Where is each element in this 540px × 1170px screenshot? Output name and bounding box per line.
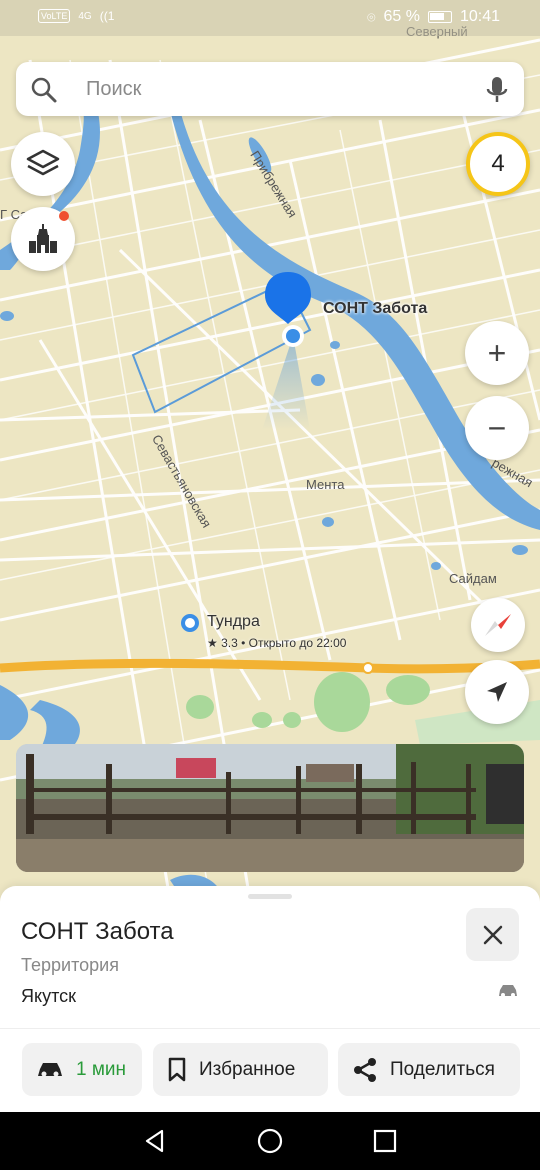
place-card: СОНТ Забота Территория Якутск 1 мин Избр… [0, 886, 540, 1112]
wifi-icon: ((1 [99, 9, 115, 23]
back-icon[interactable] [142, 1128, 168, 1154]
traffic-level-badge[interactable]: 4 [466, 132, 530, 196]
favorite-button[interactable]: Избранное [153, 1043, 328, 1096]
home-icon[interactable] [257, 1128, 283, 1154]
place-type: Территория [21, 955, 119, 975]
place-photo[interactable] [16, 744, 524, 872]
search-input[interactable]: Поиск [86, 78, 141, 101]
plus-icon: + [487, 335, 507, 371]
battery-percent: 65 % [383, 8, 420, 25]
battery-icon [427, 11, 452, 23]
microphone-icon[interactable] [486, 76, 508, 104]
status-bar: VoLTE 4G ((1 ⌾ 65 % 10:41 [0, 0, 540, 36]
layers-button[interactable] [11, 132, 75, 196]
zoom-in-button[interactable]: + [465, 321, 529, 385]
notification-dot [59, 211, 69, 221]
system-nav-bar [0, 1112, 540, 1170]
place-title: СОНТ Забота [21, 918, 174, 945]
close-icon [483, 925, 502, 944]
poi-marker-icon[interactable] [181, 614, 199, 632]
route-time: 1 мин [76, 1058, 127, 1080]
compass-button[interactable] [471, 598, 525, 652]
navigation-arrow-icon [487, 682, 507, 702]
favorite-label: Избранное [199, 1058, 296, 1080]
signal-indicator: 4G [78, 10, 92, 22]
route-button[interactable]: 1 мин [22, 1043, 142, 1096]
close-button[interactable] [466, 908, 519, 961]
place-city: Якутск [21, 986, 76, 1006]
location-icon: ⌾ [367, 8, 376, 25]
volte-indicator: VoLTE [38, 9, 71, 23]
poi-name[interactable]: Тундра [207, 613, 260, 631]
share-label: Поделиться [390, 1058, 495, 1080]
compass-icon [485, 614, 511, 636]
zoom-out-button[interactable]: − [465, 396, 529, 460]
car-route-icon [38, 1062, 62, 1076]
share-button[interactable]: Поделиться [338, 1043, 520, 1096]
search-bar[interactable]: Поиск [16, 62, 524, 116]
label-district-menta: Мента [306, 477, 345, 492]
recent-apps-icon[interactable] [372, 1128, 398, 1154]
bookmark-icon [168, 1057, 186, 1081]
clock: 10:41 [459, 8, 500, 25]
poi-rating-hours: ★ 3.3 • Открыто до 22:00 [207, 636, 347, 650]
my-location-button[interactable] [465, 660, 529, 724]
label-district-saydam: Сайдам [449, 571, 497, 586]
selected-place-label[interactable]: СОНТ Забота [323, 300, 427, 318]
car-icon [499, 985, 517, 997]
sheet-drag-handle[interactable] [248, 894, 292, 899]
minus-icon: − [487, 410, 507, 446]
search-icon [31, 77, 57, 103]
layers-icon [26, 149, 60, 176]
share-icon [354, 1057, 376, 1082]
landmark-building-icon [29, 224, 57, 253]
photo-image [16, 744, 524, 872]
divider [0, 1028, 540, 1029]
